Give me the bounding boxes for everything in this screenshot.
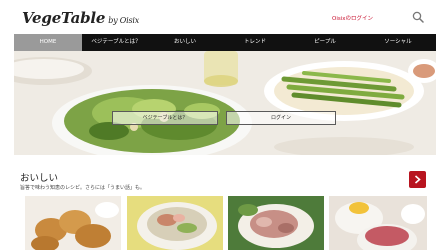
recipe-thumbnails bbox=[25, 196, 437, 250]
section-subtitle: 旨答で味わう知恵のレシピ。さらには「うまい話」も。 bbox=[20, 185, 146, 191]
thumb-egg-rice[interactable] bbox=[329, 196, 427, 250]
nav-item-about[interactable]: ベジテーブルとは？ bbox=[82, 34, 150, 51]
about-button[interactable]: ベジテーブルとは？ bbox=[112, 111, 218, 125]
login-button[interactable]: ログイン bbox=[226, 111, 336, 125]
section-title: おいしい bbox=[20, 173, 59, 184]
nav-item-people[interactable]: ピープル bbox=[290, 34, 360, 51]
logo-text: VegeTable bbox=[22, 9, 106, 27]
hero-food-photo bbox=[14, 51, 436, 155]
nav-item-home[interactable]: HOME bbox=[14, 34, 82, 51]
chevron-right-icon bbox=[414, 175, 421, 184]
search-icon[interactable] bbox=[412, 11, 424, 23]
thumb-pasta[interactable] bbox=[127, 196, 223, 250]
nav-item-social[interactable]: ソーシャル bbox=[360, 34, 436, 51]
next-arrow-button[interactable] bbox=[409, 171, 426, 188]
site-header: VegeTable by Oisix Oisixのログイン bbox=[0, 0, 437, 34]
nav-item-oishii[interactable]: おいしい bbox=[150, 34, 220, 51]
nav-item-trend[interactable]: トレンド bbox=[220, 34, 290, 51]
thumb-bread[interactable] bbox=[25, 196, 121, 250]
thumb-tuna-salad[interactable] bbox=[228, 196, 324, 250]
logo-by-text: by Oisix bbox=[108, 16, 140, 25]
site-logo[interactable]: VegeTable by Oisix bbox=[22, 9, 139, 27]
hero-banner: ベジテーブルとは？ ログイン bbox=[14, 51, 436, 155]
oisix-login-link[interactable]: Oisixのログイン bbox=[332, 14, 373, 22]
main-nav: HOME ベジテーブルとは？ おいしい トレンド ピープル ソーシャル bbox=[14, 34, 436, 51]
